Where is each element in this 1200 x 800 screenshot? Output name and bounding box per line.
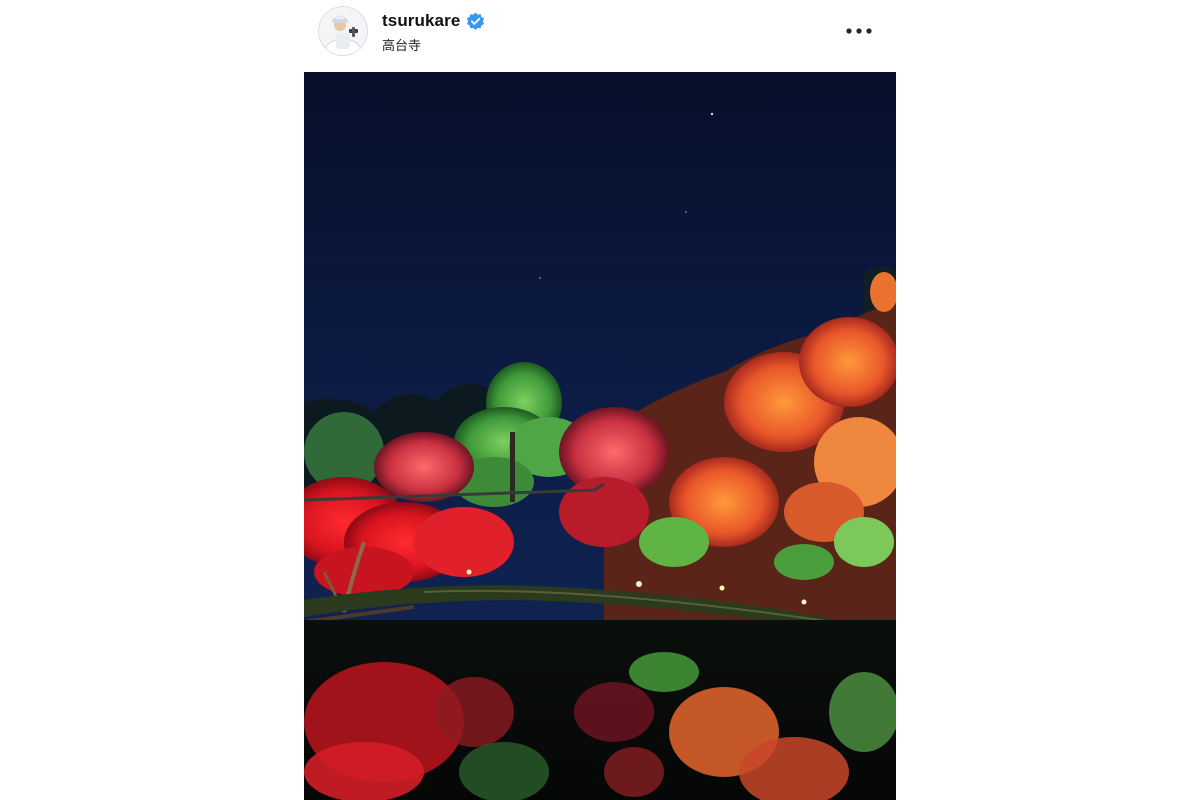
instagram-post: tsurukare 高台寺 [304, 0, 896, 800]
night-garden-photo [304, 72, 896, 800]
post-photo[interactable] [304, 72, 896, 800]
more-horizontal-icon [846, 28, 872, 34]
username-row: tsurukare [382, 10, 485, 32]
post-header: tsurukare 高台寺 [304, 0, 896, 72]
verified-badge-icon [466, 11, 485, 31]
username[interactable]: tsurukare [382, 11, 460, 31]
more-options-button[interactable] [842, 18, 876, 44]
location-link[interactable]: 高台寺 [382, 35, 421, 54]
avatar-image [319, 7, 367, 55]
profile-avatar[interactable] [319, 7, 367, 55]
